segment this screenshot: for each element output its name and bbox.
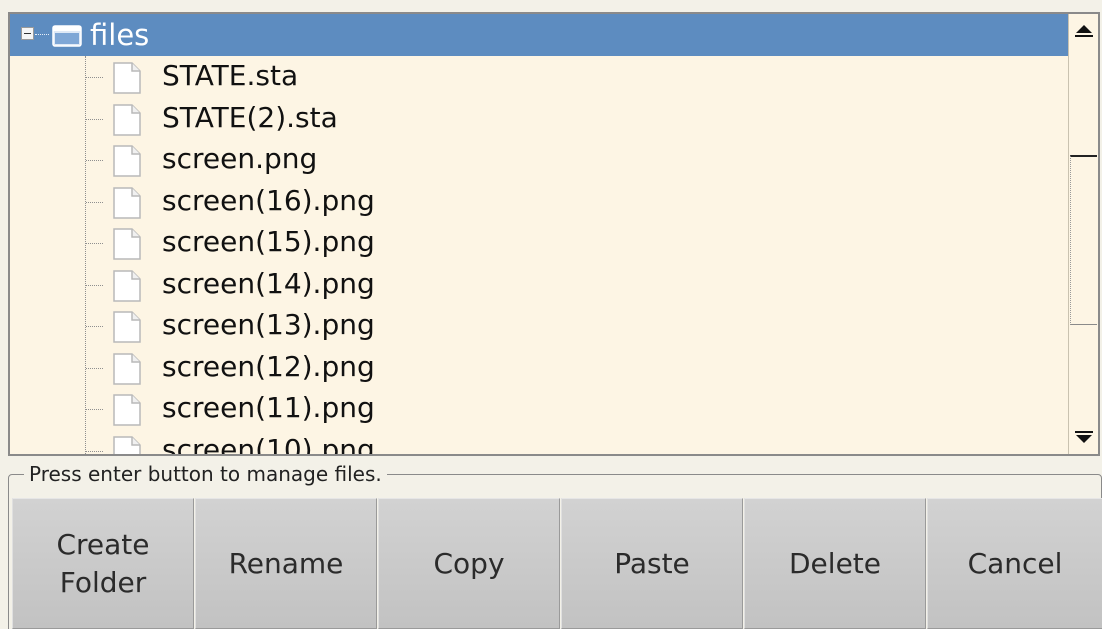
copy-button[interactable]: Copy: [378, 498, 560, 629]
file-label: screen.png: [162, 142, 318, 175]
folder-icon: [52, 25, 82, 47]
file-label: screen(14).png: [162, 266, 375, 300]
arrow-up-icon: [1074, 25, 1093, 37]
file-row[interactable]: screen(11).png: [10, 388, 1068, 430]
file-icon: [113, 103, 141, 136]
file-icon: [113, 311, 141, 343]
file-icon: [113, 269, 141, 302]
file-label: screen(13).png: [162, 308, 375, 341]
arrow-down-icon: [1074, 431, 1093, 443]
file-icon: [113, 145, 141, 177]
file-row[interactable]: screen(16).png: [10, 181, 1068, 223]
cancel-button[interactable]: Cancel: [927, 498, 1102, 629]
scroll-thumb[interactable]: [1070, 155, 1097, 325]
tree-connector: [35, 34, 49, 35]
tree-root-label: files: [90, 18, 150, 52]
file-icon: [113, 186, 141, 219]
file-label: screen(12).png: [162, 349, 375, 383]
paste-button[interactable]: Paste: [561, 498, 743, 629]
file-row[interactable]: screen(13).png: [10, 305, 1068, 347]
file-icon: [113, 394, 141, 426]
file-manager-screen: files STATE.sta STATE(2).sta screen.png scr…: [0, 0, 1102, 629]
file-label: STATE(2).sta: [162, 100, 338, 134]
file-row[interactable]: screen(12).png: [10, 347, 1068, 389]
tree-connector: [86, 450, 103, 452]
group-title: Press enter button to manage files.: [24, 460, 387, 488]
rename-button[interactable]: Rename: [195, 498, 377, 629]
file-label: screen(11).png: [162, 391, 375, 424]
file-row[interactable]: STATE.sta: [10, 56, 1068, 98]
file-row[interactable]: screen(10).png: [10, 430, 1068, 455]
delete-button[interactable]: Delete: [744, 498, 926, 629]
file-list: STATE.sta STATE(2).sta screen.png screen(16…: [10, 56, 1068, 454]
tree-connector: [86, 326, 103, 327]
file-label: screen(15).png: [162, 225, 375, 258]
file-row[interactable]: STATE(2).sta: [10, 98, 1068, 140]
file-icon: [113, 62, 141, 94]
scroll-up-button[interactable]: [1071, 16, 1096, 46]
file-label: screen(10).png: [162, 432, 375, 455]
tree-connector: [86, 367, 103, 369]
collapse-minus-icon[interactable]: [21, 27, 34, 40]
file-icon: [113, 352, 141, 385]
file-label: screen(16).png: [162, 183, 375, 217]
vertical-scrollbar[interactable]: [1068, 14, 1098, 454]
file-label: STATE.sta: [162, 59, 299, 92]
tree-connector: [86, 284, 103, 286]
file-tree[interactable]: files STATE.sta STATE(2).sta screen.png scr…: [8, 12, 1100, 456]
tree-connector: [86, 118, 103, 120]
file-icon: [113, 228, 141, 260]
tree-connector: [86, 160, 103, 161]
tree-body: files STATE.sta STATE(2).sta screen.png scr…: [10, 14, 1068, 454]
file-row[interactable]: screen.png: [10, 139, 1068, 181]
scroll-down-button[interactable]: [1071, 422, 1096, 452]
tree-root-row[interactable]: files: [10, 14, 1068, 56]
file-icon: [113, 435, 141, 454]
file-row[interactable]: screen(14).png: [10, 264, 1068, 306]
tree-connector: [86, 243, 103, 244]
file-row[interactable]: screen(15).png: [10, 222, 1068, 264]
action-bar: Create Folder Rename Copy Paste Delete C…: [12, 498, 1102, 629]
create-folder-button[interactable]: Create Folder: [12, 498, 194, 629]
tree-connector: [86, 77, 103, 78]
tree-connector: [86, 201, 103, 203]
tree-connector: [86, 409, 103, 410]
